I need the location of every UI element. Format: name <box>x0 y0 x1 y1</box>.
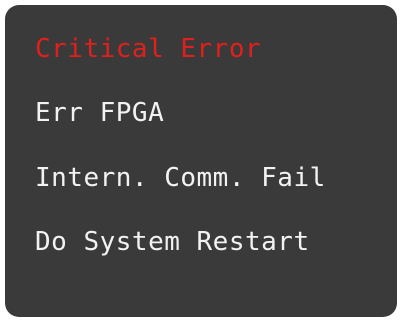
error-code-line: Err FPGA <box>35 98 165 128</box>
error-panel: Critical Error Err FPGA Intern. Comm. Fa… <box>5 5 397 317</box>
error-instruction-line: Do System Restart <box>35 227 310 257</box>
error-description-line: Intern. Comm. Fail <box>35 163 326 193</box>
error-title: Critical Error <box>35 34 262 64</box>
